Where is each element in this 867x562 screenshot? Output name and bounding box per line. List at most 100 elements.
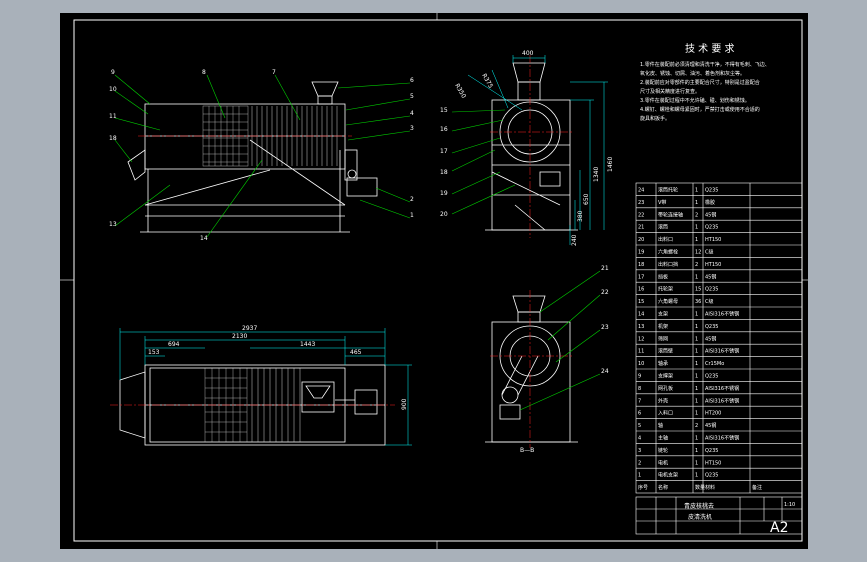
bom-cell-no: 6 [638,411,641,417]
tech-line: 旋具和扳手。 [640,115,670,122]
callout-label: 10 [109,86,117,93]
dim-d4: 153 [148,349,160,356]
callout-label: 18 [109,135,117,142]
bom-cell-name: 滚筒壁 [658,348,673,355]
callout-label: 4 [410,110,414,117]
dim-h1: 1460 [607,157,614,172]
bom-cell-name: V带 [658,200,666,206]
bom-cell-no: 7 [638,398,641,404]
bom-cell-mat: HT150 [705,460,721,466]
bom-cell-mat: 45钢 [705,422,716,429]
bom-cell-qty: 1 [695,398,698,404]
callout-label: 19 [440,190,448,197]
bom-cell-name: 支架 [658,311,668,318]
bom-cell-qty: 1 [695,312,698,318]
callout-label: 1 [410,212,414,219]
bom-cell-mat: 45钢 [705,211,716,218]
callout-label: 9 [111,69,115,76]
bom-cell-name: 出料口 [658,236,673,243]
bom-cell-no: 11 [638,349,644,355]
callout-label: 15 [440,107,448,114]
bom-cell-mat: AISI316不锈钢 [705,385,739,392]
dim-d3: 1443 [300,341,315,348]
bom-cell-no: 24 [638,188,644,194]
bom-cell-no: 8 [638,386,641,392]
bom-cell-name: 带轮连接轴 [658,211,683,218]
bom-cell-name: 出料口挡 [658,261,678,268]
bom-cell-qty: 1 [695,200,698,206]
bom-cell-name: 六角螺栓 [658,249,678,256]
dim-overall: 2937 [242,325,257,332]
bom-cell-qty: 36 [695,299,701,305]
bom-cell-name: 电机支架 [658,472,678,479]
bom-cell-qty: 1 [695,274,698,280]
end-view-caption: B—B [520,447,534,454]
bom-cell-mat: Q235 [705,473,718,479]
bom-cell-name: 入料口 [658,410,673,417]
bom-cell-no: 14 [638,312,644,318]
bom-cell-mat: 材料 [705,484,715,491]
callout-label: 14 [200,235,208,242]
bom-cell-mat: Cr15Mo [705,361,724,367]
title-line-2: 皮清洗机 [688,513,712,521]
bom-cell-qty: 1 [695,237,698,243]
scale-value: 1:10 [784,502,795,508]
bom-cell-qty: 12 [695,250,701,256]
callout-label: 21 [601,265,609,272]
callout-label: 16 [440,126,448,133]
bom-cell-name: 支撑架 [658,373,673,380]
bom-cell-qty: 1 [695,188,698,194]
bom-cell-no: 17 [638,274,644,280]
bom-cell-qty: 数量 [695,484,705,491]
bom-cell-no: 20 [638,237,644,243]
bom-cell-qty: 1 [695,374,698,380]
bom-cell-qty: 1 [695,386,698,392]
tech-line: 3.零件在装配过程中不允许磕、碰、划伤和锈蚀。 [640,97,750,104]
bom-cell-no: 21 [638,225,644,231]
bom-cell-qty: 1 [695,436,698,442]
bom-cell-mat: 45钢 [705,273,716,280]
bom-cell-name: 轴承 [658,360,668,367]
bom-cell-qty: 1 [695,473,698,479]
bom-cell-name: 机架 [658,323,668,330]
title-line-1: 青皮核桃去 [684,502,714,510]
bom-cell-no: 16 [638,287,644,293]
bom-cell-no: 2 [638,460,641,466]
dim-d2: 694 [168,341,180,348]
dim-height: 900 [401,398,408,410]
tech-line: 4.螺钉、螺栓和螺母紧固时，严禁打击或使用不合适的 [640,106,760,113]
callout-label: 11 [109,113,117,120]
bom-cell-no: 13 [638,324,644,330]
bom-cell-qty: 15 [695,287,701,293]
bom-cell-mat: Q235 [705,188,718,194]
bom-cell-mat: Q235 [705,287,718,293]
bom-cell-qty: 1 [695,460,698,466]
bom-cell-name: 六角螺母 [658,298,678,305]
bom-cell-name: 轴 [658,422,663,429]
bom-cell-name: 挡板 [658,273,668,280]
cad-drawing-sheet: 9 10 11 18 13 8 14 7 6 5 4 3 2 1 400 R35… [60,13,808,549]
bom-cell-mat: 橡胶 [705,199,715,206]
dim-d5: 465 [350,349,362,356]
bom-cell-mat: Q235 [705,448,718,454]
bom-cell-qty: 1 [695,349,698,355]
bom-cell-name: 托轮架 [658,286,673,293]
bom-cell-qty: 1 [695,225,698,231]
bom-cell-mat: HT200 [705,411,721,417]
bom-cell-no: 12 [638,336,644,342]
bom-cell-mat: AISI316不锈钢 [705,348,739,355]
bom-cell-name: 筛网 [658,335,668,342]
bom-cell-mat: C级 [705,298,714,305]
bom-cell-mat: HT150 [705,262,721,268]
bom-cell-qty: 1 [695,411,698,417]
bom-cell-name: 滚筒 [658,224,668,231]
bom-cell-name: 网孔板 [658,385,673,392]
bom-cell-no: 22 [638,212,644,218]
dim-top-width: 400 [522,50,534,57]
bom-cell-mat: HT150 [705,237,721,243]
bom-cell-qty: 2 [695,262,698,268]
bom-cell-no: 18 [638,262,644,268]
bom-cell-no: 5 [638,423,641,429]
dim-h2: 1340 [593,167,600,182]
bom-cell-mat: AISI316不锈钢 [705,311,739,318]
